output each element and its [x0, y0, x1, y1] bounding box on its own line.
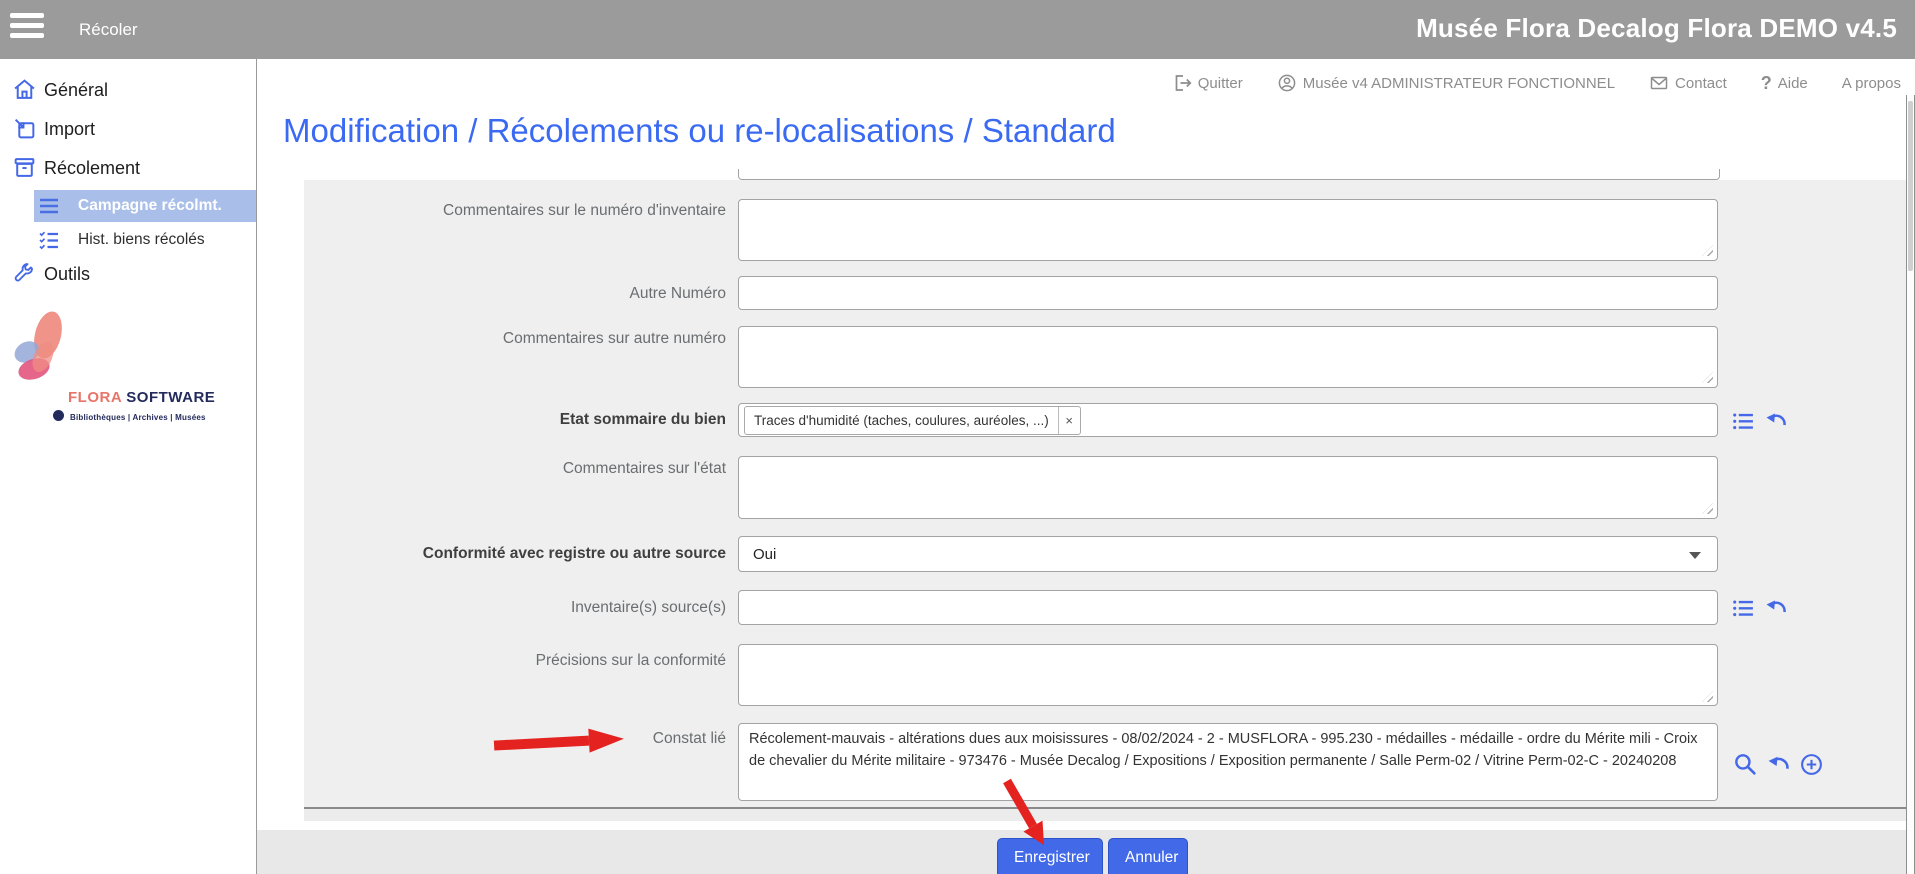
- module-label: Récoler: [79, 0, 138, 59]
- user-links-row: Quitter Musée v4 ADMINISTRATEUR FONCTION…: [1172, 70, 1901, 96]
- logout-icon: [1172, 73, 1192, 93]
- checklist-icon: [38, 229, 60, 256]
- wrench-icon: [12, 261, 37, 291]
- commentaires-numero-inventaire-textarea[interactable]: [738, 199, 1718, 261]
- autre-numero-input[interactable]: [738, 276, 1718, 310]
- home-icon: [12, 77, 37, 107]
- undo-icon[interactable]: [1764, 409, 1788, 433]
- sidebar-item-import[interactable]: Import: [0, 113, 256, 145]
- contact-link[interactable]: Contact: [1649, 73, 1727, 93]
- pick-list-icon[interactable]: [1732, 410, 1755, 433]
- chevron-down-icon: [1689, 552, 1701, 559]
- etat-sommaire-actions: [1732, 409, 1788, 433]
- undo-icon[interactable]: [1764, 596, 1788, 620]
- field-label: Commentaires sur autre numéro: [330, 330, 726, 348]
- sidebar: Général Import Récolement Campagne récol…: [0, 59, 257, 874]
- import-icon: [12, 116, 37, 146]
- brand-dot: [53, 410, 64, 421]
- commentaires-autre-numero-textarea[interactable]: [738, 326, 1718, 388]
- panel-bottom-strip: [304, 809, 1908, 821]
- quit-link[interactable]: Quitter: [1172, 73, 1243, 93]
- conformite-selected-value: Oui: [753, 546, 776, 563]
- commentaires-etat-textarea[interactable]: [738, 456, 1718, 519]
- add-circle-icon[interactable]: [1799, 752, 1824, 777]
- brand-tagline: Bibliothèques | Archives | Musées: [70, 413, 206, 422]
- field-label: Inventaire(s) source(s): [330, 599, 726, 617]
- page-title: Modification / Récolements ou re-localis…: [283, 112, 1116, 150]
- question-mark-icon: ?: [1761, 73, 1772, 94]
- undo-icon[interactable]: [1766, 752, 1791, 777]
- sidebar-item-outils[interactable]: Outils: [0, 258, 256, 290]
- pick-list-icon[interactable]: [1732, 597, 1755, 620]
- vertical-scrollbar[interactable]: [1906, 95, 1915, 874]
- top-bar: Récoler Musée Flora Decalog Flora DEMO v…: [0, 0, 1915, 59]
- remove-tag-button[interactable]: ×: [1058, 407, 1080, 434]
- selected-value-tag: Traces d'humidité (taches, coulures, aur…: [744, 406, 1081, 435]
- scrollbar-thumb[interactable]: [1908, 101, 1913, 271]
- conformite-select[interactable]: Oui: [738, 536, 1718, 572]
- clipped-field-top: [738, 169, 1720, 180]
- mail-icon: [1649, 73, 1669, 93]
- application-window: Récoler Musée Flora Decalog Flora DEMO v…: [0, 0, 1915, 874]
- sidebar-item-general[interactable]: Général: [0, 74, 256, 106]
- archive-box-icon: [12, 155, 37, 185]
- save-button[interactable]: Enregistrer: [997, 838, 1103, 874]
- field-label: Commentaires sur l'état: [330, 460, 726, 478]
- sidebar-item-campagne-recolement[interactable]: Campagne récolmt.: [34, 190, 256, 222]
- about-link[interactable]: A propos: [1842, 75, 1901, 92]
- field-label: Précisions sur la conformité: [330, 652, 726, 670]
- constat-lie-textarea[interactable]: Récolement-mauvais - altérations dues au…: [738, 723, 1718, 801]
- field-label: Conformité avec registre ou autre source: [330, 545, 726, 563]
- field-label: Commentaires sur le numéro d'inventaire: [330, 202, 726, 220]
- sidebar-item-recolement[interactable]: Récolement: [0, 152, 256, 184]
- menu-lines-icon: [38, 195, 60, 222]
- precisions-conformite-textarea[interactable]: [738, 644, 1718, 706]
- field-label: Constat lié: [330, 730, 726, 748]
- help-link[interactable]: ? Aide: [1761, 73, 1808, 94]
- constat-lie-actions: [1733, 752, 1824, 777]
- user-icon: [1277, 73, 1297, 93]
- inventaires-sources-actions: [1732, 596, 1788, 620]
- field-label: Autre Numéro: [330, 285, 726, 303]
- brand-name: FLORA SOFTWARE: [68, 389, 215, 406]
- cancel-button[interactable]: Annuler: [1108, 838, 1188, 874]
- current-user-link[interactable]: Musée v4 ADMINISTRATEUR FONCTIONNEL: [1277, 73, 1615, 93]
- inventaires-sources-input[interactable]: [738, 590, 1718, 625]
- field-label: Etat sommaire du bien: [330, 411, 726, 429]
- flora-software-logo: FLORA SOFTWARE Bibliothèques | Archives …: [0, 305, 256, 450]
- hamburger-menu-button[interactable]: [10, 12, 44, 39]
- window-title: Musée Flora Decalog Flora DEMO v4.5: [1416, 0, 1897, 59]
- search-icon[interactable]: [1733, 752, 1758, 777]
- sidebar-item-hist-biens-recoles[interactable]: Hist. biens récolés: [34, 224, 256, 256]
- flora-butterfly-icon: [8, 307, 70, 389]
